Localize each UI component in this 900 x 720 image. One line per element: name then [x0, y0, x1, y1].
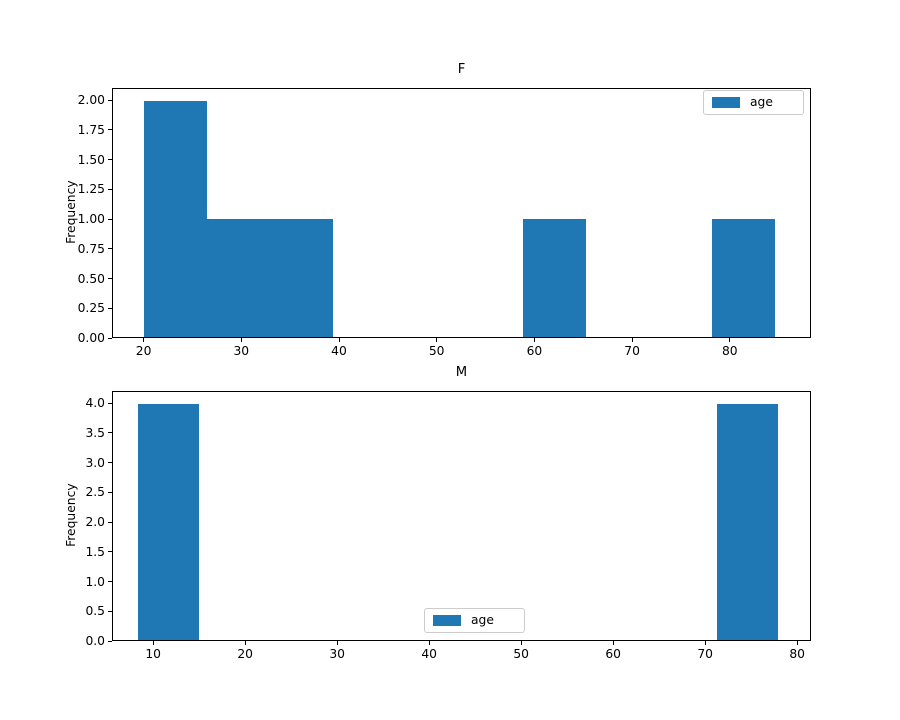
- subplot-m-xtickmark-6: [704, 641, 706, 645]
- subplot-m-xtickmark-0: [152, 641, 154, 645]
- subplot-m-ytickmark-2: [108, 581, 112, 583]
- legend-color-swatch-age: [433, 615, 461, 626]
- subplot-m-ytick-8: 4.0: [85, 395, 105, 410]
- subplot-m-ytickmark-3: [108, 551, 112, 553]
- subplot-m-ytick-3: 1.5: [85, 544, 105, 559]
- subplot-m-ytickmark-7: [108, 432, 112, 434]
- subplot-m-xtickmark-4: [520, 641, 522, 645]
- subplot-m: M Frequency 0.0 0.5 1.0 1.5 2.0 2.5 3.0 …: [0, 0, 900, 720]
- subplot-m-ytickmark-8: [108, 402, 112, 404]
- subplot-m-ytick-4: 2.0: [85, 514, 105, 529]
- subplot-m-xtick-1: 20: [237, 647, 254, 661]
- subplot-m-title: M: [455, 365, 468, 380]
- subplot-m-xtick-7: 80: [789, 647, 806, 661]
- subplot-m-xtick-5: 60: [605, 647, 622, 661]
- subplot-m-xtickmark-7: [796, 641, 798, 645]
- subplot-m-legend[interactable]: age: [424, 608, 525, 633]
- subplot-m-ytickmark-0: [108, 640, 112, 642]
- histogram-bar: [137, 403, 200, 640]
- subplot-m-xtick-4: 50: [513, 647, 530, 661]
- subplot-m-bars: [113, 392, 810, 640]
- subplot-m-ytickmark-4: [108, 521, 112, 523]
- subplot-m-ytickmark-6: [108, 462, 112, 464]
- subplot-m-xtickmark-1: [244, 641, 246, 645]
- matplotlib-figure: F Frequency 0.00 0.25 0.50 0.75 1.00 1.2…: [0, 0, 900, 720]
- subplot-m-ytick-7: 3.5: [85, 425, 105, 440]
- subplot-m-ytickmark-5: [108, 491, 112, 493]
- subplot-m-xtick-6: 70: [697, 647, 714, 661]
- subplot-m-ytick-2: 1.0: [85, 574, 105, 589]
- subplot-m-ytick-6: 3.0: [85, 455, 105, 470]
- subplot-m-xtickmark-5: [612, 641, 614, 645]
- subplot-m-ytick-1: 0.5: [85, 604, 105, 619]
- subplot-m-xtick-0: 10: [145, 647, 162, 661]
- histogram-bar: [716, 403, 779, 640]
- subplot-m-xtick-2: 30: [329, 647, 346, 661]
- subplot-m-ytick-5: 2.5: [85, 485, 105, 500]
- subplot-m-xtickmark-2: [336, 641, 338, 645]
- subplot-m-ytickmark-1: [108, 610, 112, 612]
- legend-label-age: age: [471, 613, 494, 628]
- subplot-m-xtick-3: 40: [421, 647, 438, 661]
- subplot-m-xtickmark-3: [428, 641, 430, 645]
- subplot-m-ytick-0: 0.0: [85, 633, 105, 648]
